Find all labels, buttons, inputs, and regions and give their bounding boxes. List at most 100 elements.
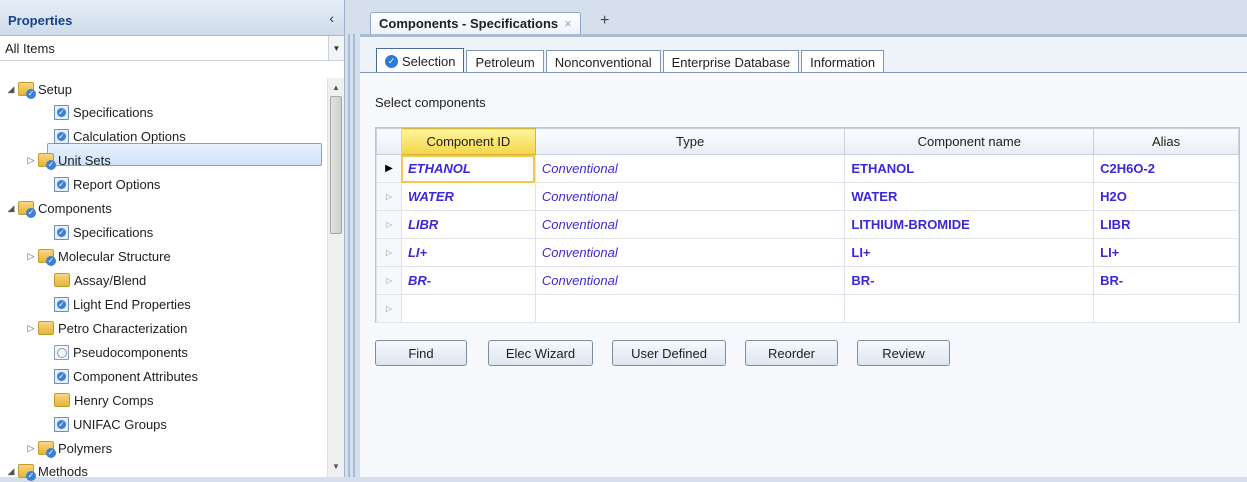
column-header-component-id[interactable]: Component ID [400,128,536,155]
component-id-cell[interactable]: LI+ [400,238,536,267]
column-header-component-name[interactable]: Component name [844,128,1095,155]
review-button[interactable]: Review [857,340,950,366]
reorder-button[interactable]: Reorder [745,340,838,366]
row-selector-icon[interactable]: ▷ [376,238,402,267]
tree-item-calculation-options[interactable]: Calculation Options [54,125,186,147]
component-id-cell[interactable]: LIBR [400,210,536,239]
component-name-cell[interactable]: BR- [844,266,1095,295]
close-icon[interactable]: × [564,16,572,31]
tab-petroleum[interactable]: Petroleum [466,50,544,73]
column-header-alias[interactable]: Alias [1093,128,1239,155]
properties-title: Properties [8,13,73,28]
tree-item-light-end-properties[interactable]: Light End Properties [54,293,191,315]
component-name-cell[interactable]: WATER [844,182,1095,211]
check-circle-icon: ✓ [385,54,398,68]
scroll-up-arrow-icon[interactable]: ▲ [328,80,344,96]
tree-item-unifac-groups[interactable]: UNIFAC Groups [54,413,167,435]
form-check-icon [54,224,69,240]
component-type-cell[interactable]: Conventional [534,238,846,267]
form-check-icon [54,176,69,192]
user-defined-button[interactable]: User Defined [612,340,726,366]
tree-item-label: Unit Sets [58,152,111,168]
scroll-down-arrow-icon[interactable]: ▼ [328,459,344,475]
collapse-triangle-icon[interactable]: ◢ [4,203,18,214]
tree-item-label: Setup [38,81,72,97]
form-tabs: ✓ Selection Petroleum Nonconventional En… [376,48,886,73]
component-name-cell[interactable]: LITHIUM-BROMIDE [844,210,1095,239]
column-header-type[interactable]: Type [534,128,846,155]
component-type-cell[interactable]: Conventional [534,266,846,295]
component-type-cell[interactable]: Conventional [534,182,846,211]
document-tab-strip: Components - Specifications × + [360,0,1247,34]
form-check-icon [54,296,69,312]
tree-item-petro-characterization[interactable]: ▷ Petro Characterization [24,317,188,339]
component-alias-cell[interactable]: LI+ [1093,238,1239,267]
tree-item-component-attributes[interactable]: Component Attributes [54,365,198,387]
tree-item-henry-comps[interactable]: Henry Comps [54,389,153,411]
tree-item-pseudocomponents[interactable]: Pseudocomponents [54,341,188,363]
row-selector-icon[interactable]: ▷ [376,294,402,323]
tab-enterprise-database[interactable]: Enterprise Database [662,50,800,73]
row-selector-icon[interactable]: ▷ [376,182,402,211]
collapse-triangle-icon[interactable]: ◢ [4,466,18,477]
component-alias-cell[interactable]: BR- [1093,266,1239,295]
component-name-cell[interactable] [844,294,1095,323]
document-tab-components-specifications[interactable]: Components - Specifications × [370,12,581,34]
expand-triangle-icon[interactable]: ▷ [24,251,38,262]
folder-check-icon [38,441,56,458]
add-tab-icon[interactable]: + [600,12,609,30]
component-type-cell[interactable] [534,294,846,323]
form-empty-icon [54,344,69,360]
expand-triangle-icon[interactable]: ▷ [24,155,38,166]
component-name-cell[interactable]: LI+ [844,238,1095,267]
tree-item-label: Henry Comps [74,392,154,408]
tab-nonconventional[interactable]: Nonconventional [545,50,661,73]
pane-splitter[interactable] [345,0,357,477]
items-filter-dropdown[interactable]: All Items ▼ [0,36,344,61]
component-type-cell[interactable]: Conventional [534,154,846,183]
tree-item-components-specifications[interactable]: Specifications [54,221,153,243]
table-row: ▷ BR- Conventional BR- BR- [376,266,1239,295]
tree-item-report-options[interactable]: Report Options [54,173,160,195]
component-alias-cell[interactable]: H2O [1093,182,1239,211]
tree-item-polymers[interactable]: ▷ Polymers [24,437,112,459]
action-button-bar: Find Elec Wizard User Defined Reorder Re… [375,340,950,366]
component-id-cell[interactable]: WATER [400,182,536,211]
tab-selection[interactable]: ✓ Selection [376,48,465,73]
tree-scrollbar[interactable]: ▲ ▼ [327,78,344,477]
current-row-indicator-icon[interactable]: ▶ [376,154,402,183]
tree-item-unit-sets[interactable]: ▷ Unit Sets [24,149,111,171]
chevron-down-icon[interactable]: ▼ [328,36,344,60]
component-id-cell[interactable]: BR- [400,266,536,295]
tree-item-setup[interactable]: ◢ Setup [4,78,72,100]
items-filter-value: All Items [5,40,55,56]
tab-information[interactable]: Information [801,50,885,73]
collapse-triangle-icon[interactable]: ◢ [4,84,18,95]
tab-label: Information [810,54,876,70]
tree-item-assay-blend[interactable]: Assay/Blend [54,269,146,291]
component-id-cell[interactable]: ETHANOL [400,154,536,183]
document-content: ✓ Selection Petroleum Nonconventional En… [360,37,1247,477]
component-alias-cell[interactable]: C2H6O-2 [1093,154,1239,183]
component-type-cell[interactable]: Conventional [534,210,846,239]
collapse-pane-icon[interactable]: ‹ [329,10,334,26]
elec-wizard-button[interactable]: Elec Wizard [488,340,593,366]
component-alias-cell[interactable] [1093,294,1239,323]
tree-item-components[interactable]: ◢ Components [4,197,112,219]
expand-triangle-icon[interactable]: ▷ [24,323,38,334]
row-selector-icon[interactable]: ▷ [376,210,402,239]
find-button[interactable]: Find [375,340,467,366]
expand-triangle-icon[interactable]: ▷ [24,443,38,454]
row-selector-icon[interactable]: ▷ [376,266,402,295]
tree-item-label: Component Attributes [73,368,199,384]
scrollbar-thumb[interactable] [330,96,342,234]
properties-pane: Properties ‹ All Items ▼ ◢ Setup Specifi… [0,0,345,481]
tree-item-setup-specifications[interactable]: Specifications [54,101,153,123]
component-id-cell[interactable] [400,294,536,323]
component-name-cell[interactable]: ETHANOL [844,154,1095,183]
tree-item-molecular-structure[interactable]: ▷ Molecular Structure [24,245,171,267]
component-alias-cell[interactable]: LIBR [1093,210,1239,239]
tree-item-methods[interactable]: ◢ Methods [4,460,88,482]
table-row: ▷ LI+ Conventional LI+ LI+ [376,238,1239,267]
row-selector-header[interactable] [376,128,402,155]
